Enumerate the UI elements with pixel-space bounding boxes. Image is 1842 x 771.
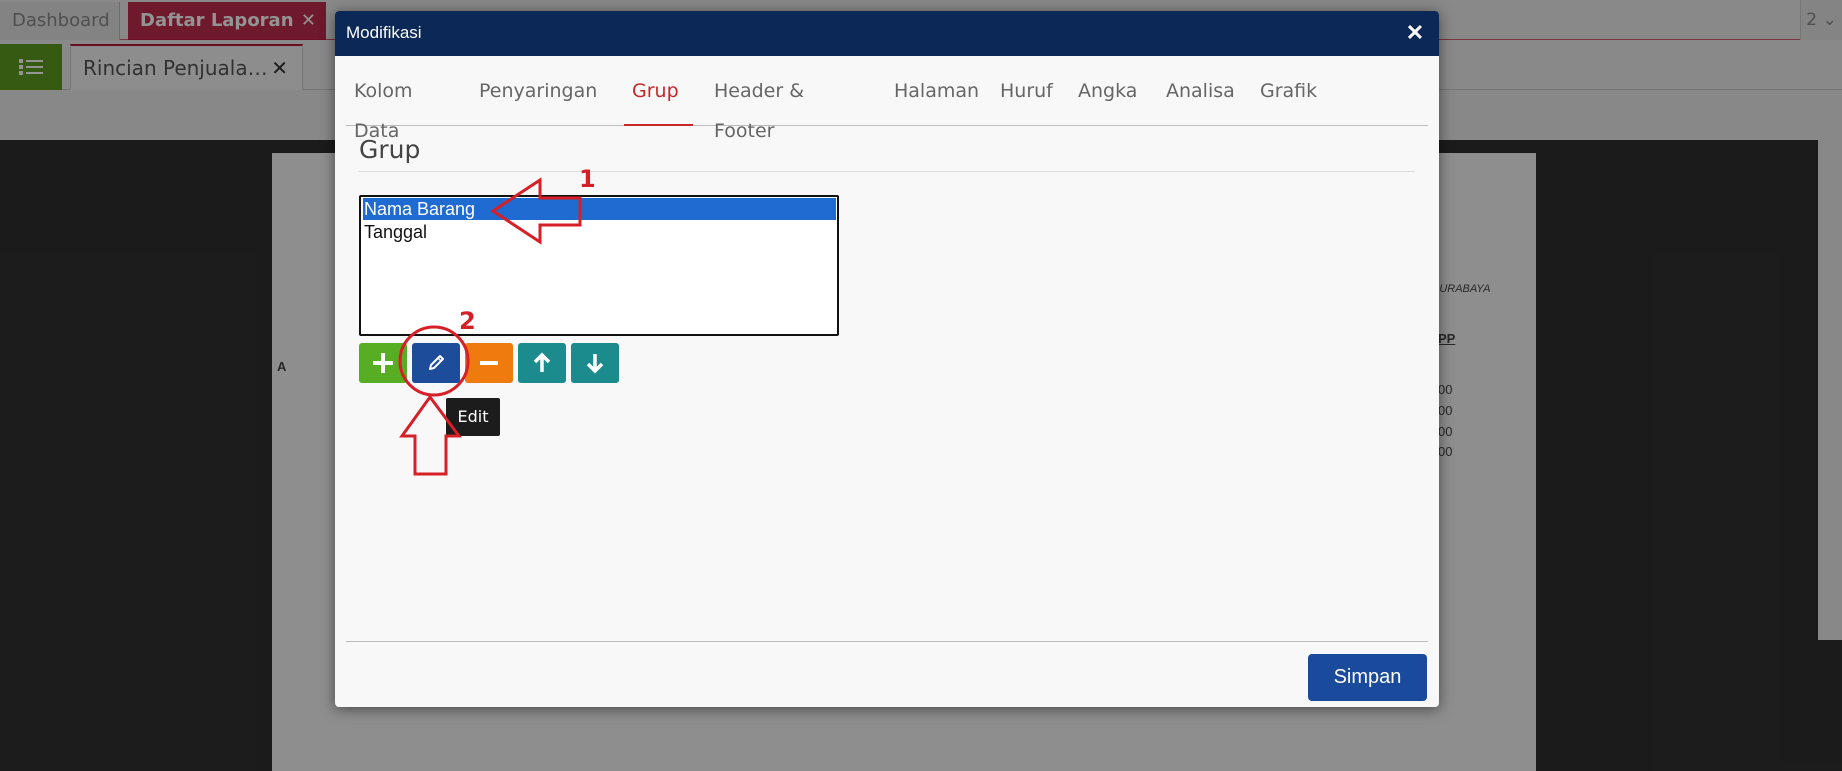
arrow-up-annotation <box>399 394 462 476</box>
annotation-number-1: 1 <box>579 165 596 193</box>
annotation-number-2: 2 <box>459 307 476 335</box>
annotation-layer <box>398 177 582 476</box>
circle-annotation <box>398 325 470 397</box>
arrow-left-annotation <box>490 177 582 245</box>
